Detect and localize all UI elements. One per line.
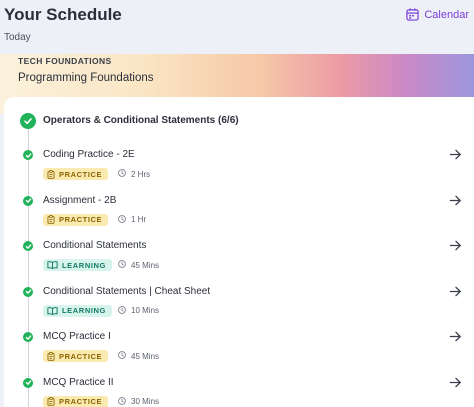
open-item-button[interactable]	[449, 148, 462, 161]
clipboard-icon	[47, 351, 55, 361]
page-title: Your Schedule	[4, 5, 122, 24]
duration: 45 Mins	[118, 350, 159, 362]
type-badge-label: PRACTICE	[59, 215, 103, 224]
check-circle-icon	[23, 377, 33, 388]
clipboard-icon	[47, 215, 55, 224]
calendar-label: Calendar	[424, 8, 469, 21]
open-item-button[interactable]	[449, 285, 462, 298]
duration: 10 Mins	[118, 305, 159, 317]
duration-label: 2 Hrs	[131, 169, 151, 179]
arrow-right-icon	[449, 148, 462, 161]
arrow-right-icon	[449, 239, 462, 252]
clock-icon	[118, 396, 126, 407]
clipboard-icon	[47, 397, 55, 406]
duration-label: 10 Mins	[131, 306, 160, 315]
duration-label: 1 Hr	[131, 215, 147, 224]
check-circle-icon	[23, 241, 33, 251]
type-badge: PRACTICE	[43, 350, 109, 362]
calendar-link[interactable]: Calendar	[406, 8, 469, 21]
open-item-button[interactable]	[449, 194, 462, 207]
arrow-right-icon	[449, 376, 462, 389]
arrow-right-icon	[449, 330, 462, 343]
type-badge-label: PRACTICE	[59, 169, 103, 179]
item-title[interactable]: Conditional Statements	[43, 240, 146, 251]
book-open-icon	[47, 306, 58, 315]
type-badge: PRACTICE	[43, 213, 109, 226]
schedule-item[interactable]: MCQ Practice II PRACTICE 30 Mins	[0, 376, 474, 407]
type-badge-label: PRACTICE	[59, 397, 103, 406]
open-item-button[interactable]	[449, 239, 462, 252]
schedule-item[interactable]: MCQ Practice I PRACTICE 45 Mins	[0, 330, 474, 375]
clock-icon	[118, 305, 126, 316]
type-badge-label: LEARNING	[62, 260, 106, 270]
arrow-right-icon	[449, 194, 462, 207]
item-title[interactable]: Coding Practice - 2E	[43, 149, 135, 160]
clock-icon	[118, 351, 126, 361]
duration-label: 45 Mins	[131, 351, 160, 361]
course-title: Programming Foundations	[18, 72, 154, 84]
type-badge: LEARNING	[43, 304, 112, 317]
schedule-item[interactable]: Conditional Statements LEARNING 45 Mins	[0, 239, 474, 284]
duration: 30 Mins	[118, 396, 159, 407]
type-badge-label: PRACTICE	[59, 351, 103, 361]
schedule-item[interactable]: Assignment - 2B PRACTICE 1 Hr	[0, 194, 474, 239]
arrow-right-icon	[449, 285, 462, 298]
type-badge: PRACTICE	[43, 168, 109, 180]
type-badge: PRACTICE	[43, 395, 109, 407]
check-circle-icon	[23, 332, 33, 342]
duration-label: 30 Mins	[131, 397, 160, 406]
open-item-button[interactable]	[449, 376, 462, 389]
header: Your Schedule Calendar Today	[0, 0, 474, 56]
schedule-item[interactable]: Conditional Statements | Cheat Sheet LEA…	[0, 285, 474, 330]
item-title[interactable]: MCQ Practice I	[43, 331, 111, 342]
duration: 45 Mins	[118, 259, 159, 271]
item-title[interactable]: MCQ Practice II	[43, 377, 114, 388]
today-label: Today	[4, 32, 31, 43]
item-title[interactable]: Conditional Statements | Cheat Sheet	[43, 286, 210, 297]
clock-icon	[118, 214, 126, 225]
check-circle-icon	[20, 113, 36, 129]
item-title[interactable]: Assignment - 2B	[43, 195, 116, 206]
check-circle-icon	[23, 150, 33, 160]
duration-label: 45 Mins	[131, 260, 160, 270]
clock-icon	[118, 169, 126, 179]
clipboard-icon	[47, 169, 55, 179]
duration: 1 Hr	[118, 214, 146, 226]
book-open-icon	[47, 261, 58, 269]
course-category: TECH FOUNDATIONS	[18, 56, 112, 66]
duration: 2 Hrs	[118, 168, 150, 180]
check-circle-icon	[23, 286, 33, 297]
clock-icon	[118, 260, 126, 270]
calendar-icon	[406, 8, 420, 21]
section-title[interactable]: Operators & Conditional Statements (6/6)	[43, 115, 239, 126]
check-circle-icon	[23, 195, 33, 206]
schedule-item[interactable]: Coding Practice - 2E PRACTICE 2 Hrs	[0, 148, 474, 193]
type-badge-label: LEARNING	[62, 306, 106, 315]
open-item-button[interactable]	[449, 330, 462, 343]
type-badge: LEARNING	[43, 259, 112, 271]
